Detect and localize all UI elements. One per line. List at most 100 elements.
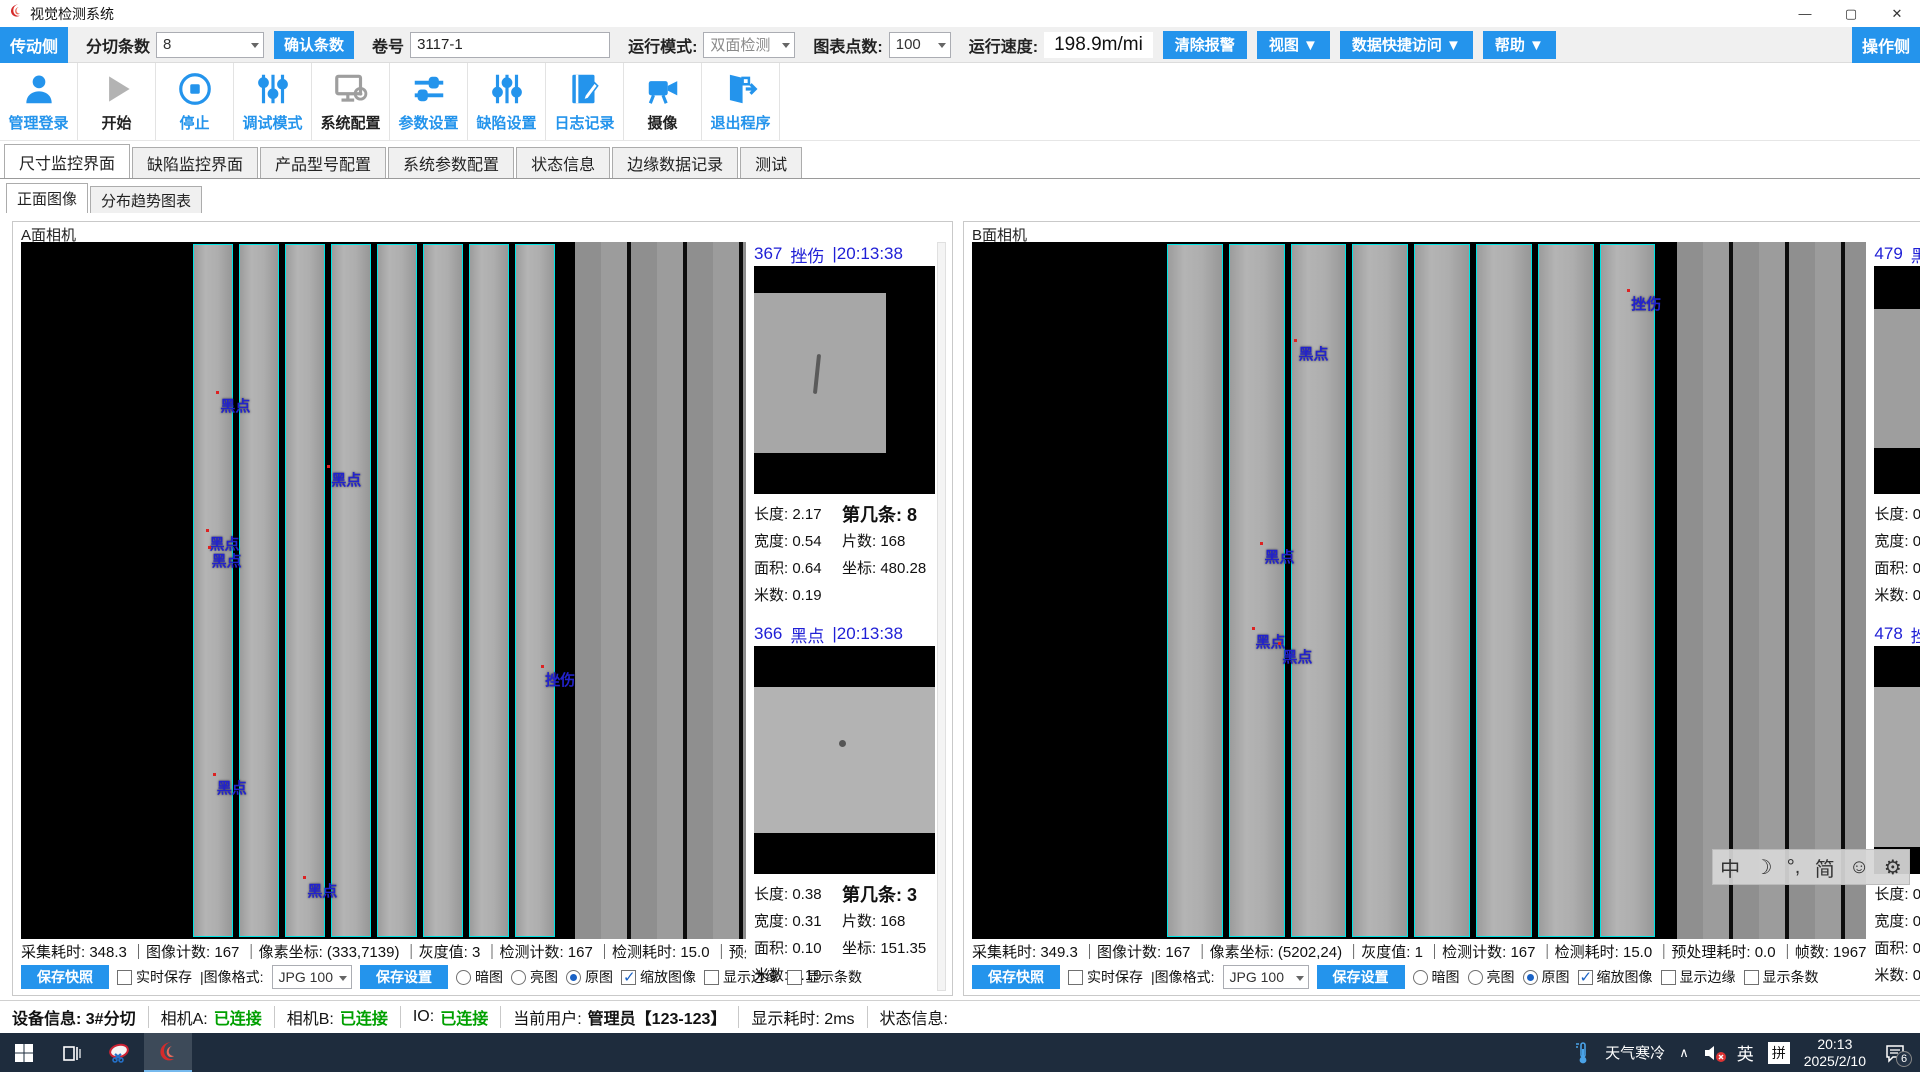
ime-item[interactable]: 中 (1720, 853, 1740, 882)
show-edge-checkbox[interactable] (704, 970, 719, 985)
exit-program-button[interactable]: 退出程序 (702, 63, 780, 140)
clear-alarm-button[interactable]: 清除报警 (1163, 31, 1247, 59)
hidden-icons-chevron[interactable]: ∧ (1679, 1045, 1689, 1061)
subtab-front-image[interactable]: 正面图像 (6, 183, 88, 213)
taskbar-clock[interactable]: 20:13 2025/2/10 (1804, 1036, 1866, 1070)
show-strip-count-checkbox[interactable] (1744, 970, 1759, 985)
zoom-image-checkbox[interactable] (621, 970, 636, 985)
defect-panel-scrollbar[interactable] (937, 242, 946, 991)
sliders-icon (254, 70, 292, 108)
tab-system-param-config[interactable]: 系统参数配置 (388, 147, 514, 178)
vision-app-taskbar-button[interactable] (144, 1033, 192, 1072)
tab-status-info[interactable]: 状态信息 (516, 147, 610, 178)
drive-side-button[interactable]: 传动侧 (0, 27, 68, 63)
stat-area: 面积: 0.12 (1874, 557, 1920, 578)
tab-defect-monitor[interactable]: 缺陷监控界面 (132, 147, 258, 178)
save-settings-button[interactable]: 保存设置 (1317, 965, 1405, 989)
ime-item[interactable]: ☺ (1849, 856, 1869, 879)
run-mode-select[interactable]: 双面检测 (703, 32, 795, 58)
help-menu-button[interactable]: 帮助 ▼ (1483, 31, 1556, 59)
defect-settings-button[interactable]: 缺陷设置 (468, 63, 546, 140)
image-format-label: |图像格式: (1151, 967, 1215, 987)
camera-a-image[interactable]: 黑点黑点黑点黑点挫伤黑点黑点 (21, 242, 746, 939)
debug-mode-button[interactable]: 调试模式 (234, 63, 312, 140)
defect-thumbnail[interactable] (1874, 266, 1920, 494)
confirm-count-button[interactable]: 确认条数 (274, 31, 354, 59)
chart-points-select[interactable]: 100 (889, 32, 951, 58)
original-image-label: 原图 (585, 967, 613, 987)
bright-image-radio[interactable] (511, 970, 526, 985)
show-strip-count-checkbox[interactable] (787, 970, 802, 985)
defect-thumbnail[interactable] (1874, 646, 1920, 874)
io-connected-value: 已连接 (440, 1005, 488, 1029)
stat-area: 面积: 0.12 (1874, 937, 1920, 958)
image-format-select[interactable]: JPG 100 (1223, 965, 1309, 989)
stat-coord: 坐标: 480.28 (842, 557, 935, 578)
tab-product-model-config[interactable]: 产品型号配置 (260, 147, 386, 178)
data-quick-access-menu-button[interactable]: 数据快捷访问 ▼ (1340, 31, 1473, 59)
tab-size-monitor[interactable]: 尺寸监控界面 (4, 144, 130, 178)
start-button[interactable] (0, 1033, 48, 1072)
image-format-select[interactable]: JPG 100 (272, 965, 352, 989)
log-book-icon (566, 70, 604, 108)
parameter-settings-button[interactable]: 参数设置 (390, 63, 468, 140)
speed-value: 198.9m/mi (1044, 32, 1153, 58)
realtime-save-checkbox[interactable] (1068, 970, 1083, 985)
tab-test[interactable]: 测试 (740, 147, 802, 178)
language-indicator[interactable]: 英 (1737, 1040, 1754, 1065)
ime-item[interactable]: °, (1787, 856, 1801, 879)
stop-button[interactable]: 停止 (156, 63, 234, 140)
snipping-tool-button[interactable] (96, 1033, 144, 1072)
defect-card: 479 黑点 |20:13:38 长度: 0.38 第几条: 4 宽度: 0.3… (1874, 242, 1920, 608)
defect-card-header[interactable]: 479 黑点 |20:13:38 (1874, 242, 1920, 266)
minimize-button[interactable]: — (1782, 0, 1828, 27)
dark-image-label: 暗图 (1432, 967, 1460, 987)
volume-muted-icon[interactable] (1703, 1044, 1723, 1062)
show-edge-checkbox[interactable] (1661, 970, 1676, 985)
defect-card-header[interactable]: 478 挫伤 |20:13:38 (1874, 622, 1920, 646)
maximize-button[interactable]: ▢ (1828, 0, 1874, 27)
image-format-value: JPG 100 (279, 969, 333, 985)
admin-login-button[interactable]: 管理登录 (0, 63, 78, 140)
operator-side-button[interactable]: 操作侧 (1852, 27, 1920, 63)
stat-length: 长度: 0.38 (1874, 503, 1920, 524)
action-center-button[interactable]: 6 (1880, 1043, 1910, 1063)
dark-image-radio[interactable] (456, 970, 471, 985)
defect-time: |20:13:38 (832, 244, 903, 264)
weather-status[interactable]: 天气寒冷 (1605, 1042, 1665, 1063)
save-settings-button[interactable]: 保存设置 (360, 965, 448, 989)
view-menu-button[interactable]: 视图 ▼ (1257, 31, 1330, 59)
dark-image-radio[interactable] (1413, 970, 1428, 985)
original-image-radio[interactable] (1523, 970, 1538, 985)
stat-width: 宽度: 0.31 (754, 910, 842, 931)
camera-button[interactable]: 摄像 (624, 63, 702, 140)
subtab-distribution-trend-chart[interactable]: 分布趋势图表 (90, 186, 202, 213)
system-config-button[interactable]: 系统配置 (312, 63, 390, 140)
ime-item[interactable]: 简 (1815, 853, 1835, 882)
task-view-button[interactable] (48, 1033, 96, 1072)
realtime-save-checkbox[interactable] (117, 970, 132, 985)
defect-card-header[interactable]: 367 挫伤 |20:13:38 (754, 242, 935, 266)
system-tray: 天气寒冷 ∧ 英 拼 20:13 2025/2/10 6 (1575, 1033, 1920, 1072)
tab-edge-data-record[interactable]: 边缘数据记录 (612, 147, 738, 178)
log-record-button[interactable]: 日志记录 (546, 63, 624, 140)
defect-thumbnail[interactable] (754, 646, 935, 874)
defect-card-header[interactable]: 366 黑点 |20:13:38 (754, 622, 935, 646)
defect-id: 478 (1874, 624, 1902, 644)
bright-image-radio[interactable] (1468, 970, 1483, 985)
original-image-radio[interactable] (566, 970, 581, 985)
zoom-image-checkbox[interactable] (1578, 970, 1593, 985)
run-mode-label: 运行模式: (628, 33, 697, 57)
ime-item[interactable]: ☽ (1755, 855, 1773, 880)
ime-toolbar[interactable]: 中 ☽ °, 简 ☺ ⚙ (1712, 849, 1910, 885)
save-snapshot-button[interactable]: 保存快照 (972, 965, 1060, 989)
save-snapshot-button[interactable]: 保存快照 (21, 965, 109, 989)
start-button[interactable]: 开始 (78, 63, 156, 140)
defect-thumbnail[interactable] (754, 266, 935, 494)
camera-b-image[interactable]: 挫伤黑点黑点黑点黑点 (972, 242, 1866, 939)
slit-count-select[interactable]: 8 (156, 32, 264, 58)
ime-item[interactable]: ⚙ (1884, 855, 1902, 880)
close-button[interactable]: ✕ (1874, 0, 1920, 27)
ime-mode-indicator[interactable]: 拼 (1768, 1042, 1790, 1064)
roll-number-input[interactable] (410, 32, 610, 58)
